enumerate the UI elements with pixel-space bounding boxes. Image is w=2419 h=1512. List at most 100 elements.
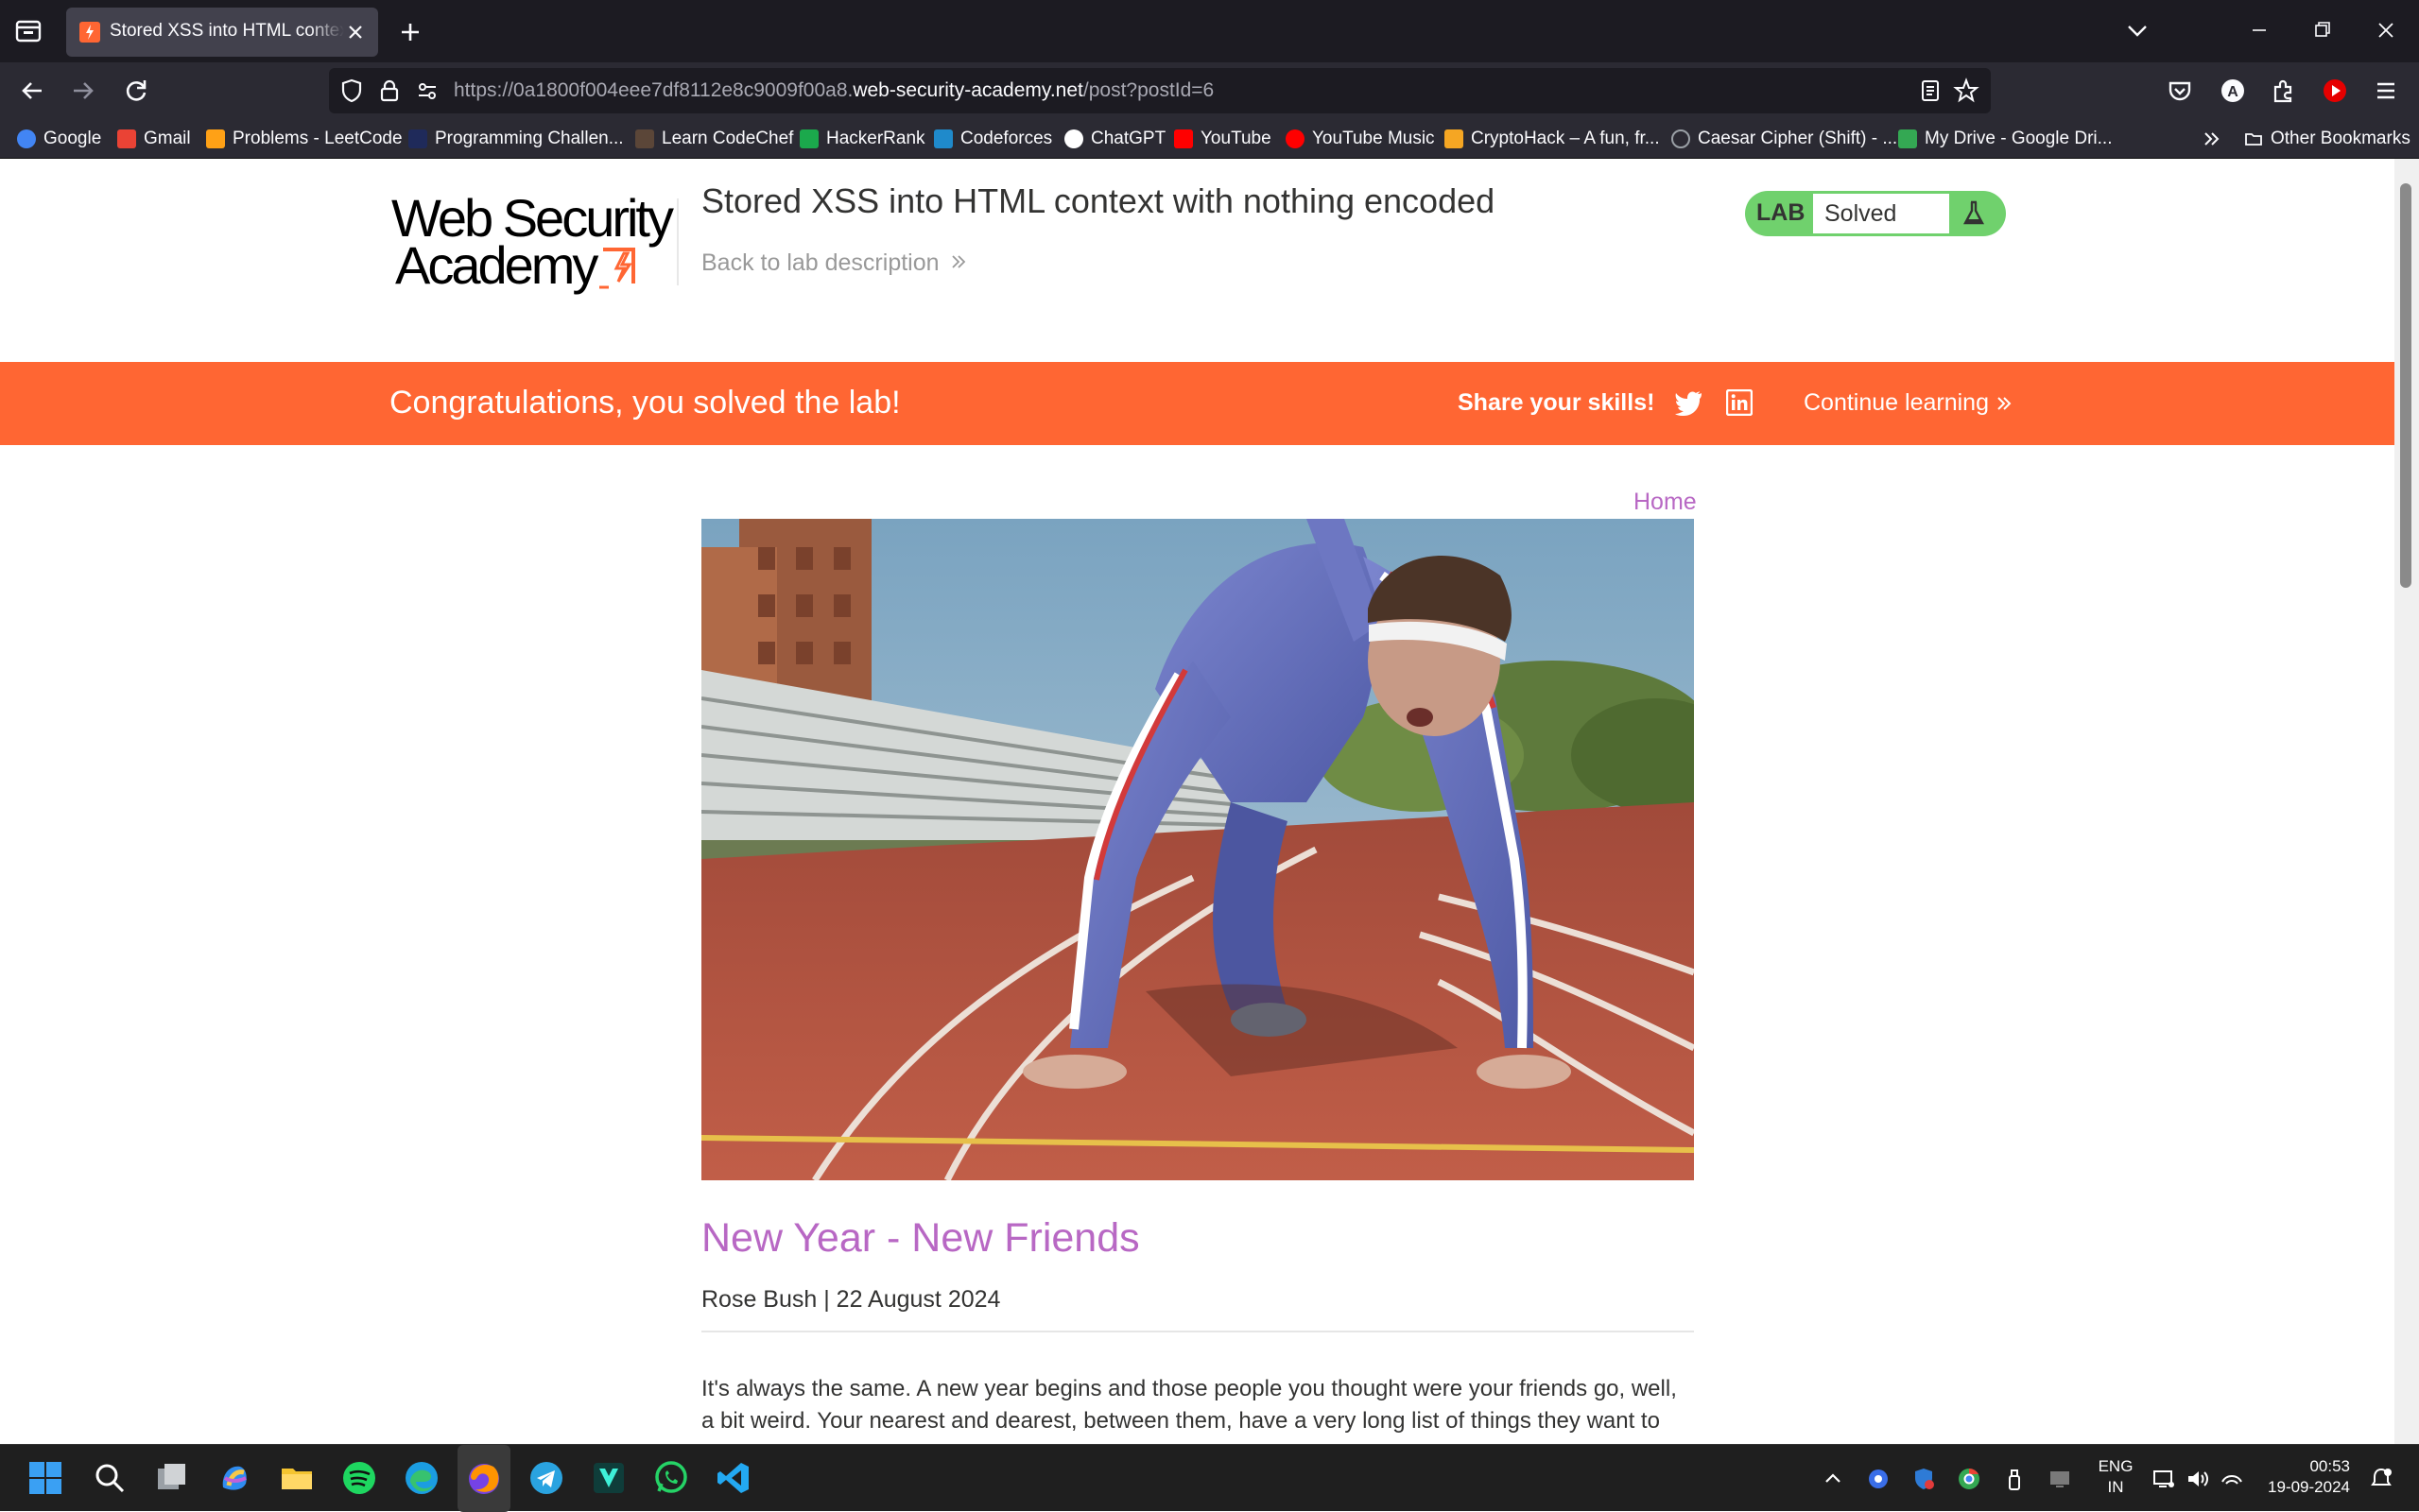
- bookmark-item[interactable]: My Drive - Google Dri...: [1898, 128, 2112, 150]
- predator-sense-icon[interactable]: [590, 1459, 628, 1497]
- spotify-icon[interactable]: [340, 1459, 378, 1497]
- web-security-academy-logo[interactable]: Web Security Academy: [391, 187, 675, 295]
- volume-icon[interactable]: [2186, 1467, 2210, 1491]
- continue-learning-link[interactable]: Continue learning: [1804, 389, 2014, 417]
- google-drive-icon: [1898, 129, 1917, 148]
- back-icon[interactable]: [17, 76, 47, 106]
- clock-time: 00:53: [2309, 1457, 2350, 1475]
- bookmark-item[interactable]: YouTube Music: [1286, 128, 1435, 150]
- bookmark-item[interactable]: Learn CodeChef: [635, 128, 793, 150]
- pocket-icon[interactable]: [2165, 76, 2195, 106]
- list-all-tabs-icon[interactable]: [2123, 17, 2151, 45]
- language-indicator[interactable]: ENG IN: [2097, 1456, 2134, 1498]
- vscode-icon[interactable]: [715, 1459, 752, 1497]
- bookmark-item[interactable]: Google: [17, 128, 101, 150]
- twitter-icon[interactable]: [1673, 388, 1703, 417]
- close-tab-icon[interactable]: [344, 21, 367, 43]
- chatgpt-icon: [1064, 129, 1083, 148]
- search-icon[interactable]: [91, 1459, 129, 1497]
- copilot-icon[interactable]: [216, 1459, 253, 1497]
- show-hidden-icons-chevron-icon[interactable]: [1821, 1467, 1845, 1491]
- active-tab[interactable]: Stored XSS into HTML context with nothin…: [66, 8, 378, 57]
- tracking-protection-shield-icon[interactable]: [338, 77, 365, 104]
- security-shield-icon[interactable]: [1911, 1467, 1936, 1491]
- post-title: New Year - New Friends: [701, 1215, 1140, 1261]
- tray-app-icon[interactable]: [1866, 1467, 1891, 1491]
- bookmark-label: YouTube Music: [1312, 129, 1435, 148]
- file-explorer-icon[interactable]: [278, 1459, 316, 1497]
- post-author-date: Rose Bush | 22 August 2024: [701, 1286, 1001, 1313]
- windows-taskbar: ENG IN 00:53 19-09-2024: [0, 1444, 2419, 1512]
- bookmark-star-icon[interactable]: [1953, 77, 1979, 104]
- bookmark-item[interactable]: YouTube: [1174, 128, 1271, 150]
- whatsapp-icon[interactable]: [652, 1459, 690, 1497]
- account-avatar-icon[interactable]: A: [2218, 76, 2248, 106]
- page-scrollbar[interactable]: [2394, 159, 2419, 1444]
- firefox-view-icon[interactable]: [13, 17, 43, 45]
- home-link[interactable]: Home: [1633, 489, 1697, 516]
- network-icon[interactable]: [2151, 1467, 2176, 1491]
- google-icon: [17, 129, 36, 148]
- browser-navigation-bar: https://0a1800f004eee7df8112e8c9009f00a8…: [0, 62, 2419, 119]
- bookmark-label: Learn CodeChef: [662, 129, 794, 148]
- minimize-icon[interactable]: [2242, 15, 2276, 45]
- congratulations-text: Congratulations, you solved the lab!: [389, 385, 901, 421]
- post-divider: [701, 1331, 1694, 1332]
- clock-date: 19-09-2024: [2268, 1478, 2350, 1496]
- leetcode-icon: [206, 129, 225, 148]
- battery-icon[interactable]: [2220, 1467, 2244, 1491]
- windows-start-icon[interactable]: [26, 1459, 64, 1497]
- edge-icon[interactable]: [403, 1459, 441, 1497]
- language-region: IN: [2107, 1478, 2124, 1496]
- youtube-extension-icon[interactable]: [2320, 76, 2350, 106]
- reader-view-icon[interactable]: [1917, 77, 1944, 104]
- usb-drive-icon[interactable]: [2002, 1467, 2027, 1491]
- url-text[interactable]: https://0a1800f004eee7df8112e8c9009f00a8…: [454, 79, 1214, 102]
- codechef-icon: [635, 129, 654, 148]
- lab-status-box: Solved: [1813, 194, 1949, 233]
- reload-icon[interactable]: [121, 76, 151, 106]
- portswigger-favicon-icon: [79, 22, 100, 43]
- programming-challenges-icon: [408, 129, 427, 148]
- back-to-lab-description-link[interactable]: Back to lab description: [701, 249, 968, 278]
- forward-icon[interactable]: [68, 76, 98, 106]
- close-window-icon[interactable]: [2369, 15, 2403, 45]
- clock[interactable]: 00:53 19-09-2024: [2263, 1456, 2350, 1498]
- notification-bell-icon[interactable]: [2369, 1467, 2393, 1491]
- new-tab-icon[interactable]: [395, 17, 425, 47]
- other-bookmarks-label: Other Bookmarks: [2271, 129, 2410, 148]
- flask-icon: [1959, 198, 1989, 229]
- firefox-icon[interactable]: [465, 1459, 503, 1497]
- display-tray-icon[interactable]: [2048, 1467, 2072, 1491]
- telegram-icon[interactable]: [527, 1459, 565, 1497]
- post-body-text: It's always the same. A new year begins …: [701, 1376, 1677, 1434]
- bookmark-item[interactable]: Caesar Cipher (Shift) - ...: [1671, 128, 1897, 150]
- linkedin-icon[interactable]: [1725, 388, 1754, 417]
- chrome-tray-icon[interactable]: [1957, 1467, 1981, 1491]
- address-bar[interactable]: https://0a1800f004eee7df8112e8c9009f00a8…: [329, 68, 1991, 113]
- bookmark-item[interactable]: ChatGPT: [1064, 128, 1166, 150]
- bookmark-item[interactable]: CryptoHack – A fun, fr...: [1444, 128, 1660, 150]
- svg-text:A: A: [2227, 84, 2238, 100]
- bookmark-item[interactable]: Problems - LeetCode: [206, 128, 403, 150]
- bookmark-item[interactable]: Gmail: [117, 128, 191, 150]
- double-chevron-right-icon: [1997, 397, 2012, 411]
- logo-lightning-icon: [599, 248, 635, 289]
- header-divider: [677, 198, 679, 285]
- restore-icon[interactable]: [2305, 15, 2339, 45]
- youtube-music-icon: [1286, 129, 1305, 148]
- task-view-icon[interactable]: [153, 1459, 191, 1497]
- bookmark-item[interactable]: Codeforces: [934, 128, 1052, 150]
- menu-hamburger-icon[interactable]: [2371, 76, 2401, 106]
- other-bookmarks[interactable]: Other Bookmarks: [2244, 128, 2410, 150]
- scrollbar-thumb[interactable]: [2400, 183, 2411, 588]
- permissions-icon[interactable]: [414, 77, 441, 104]
- globe-icon: [1671, 129, 1690, 148]
- bookmark-item[interactable]: Programming Challen...: [408, 128, 624, 150]
- bookmark-item[interactable]: HackerRank: [800, 128, 925, 150]
- more-bookmarks-chevron-icon[interactable]: [2201, 128, 2223, 150]
- tab-title: Stored XSS into HTML context with nothin…: [110, 21, 344, 41]
- logo-line2: Academy: [395, 235, 598, 295]
- lock-icon[interactable]: [376, 77, 403, 104]
- extensions-puzzle-icon[interactable]: [2269, 76, 2299, 106]
